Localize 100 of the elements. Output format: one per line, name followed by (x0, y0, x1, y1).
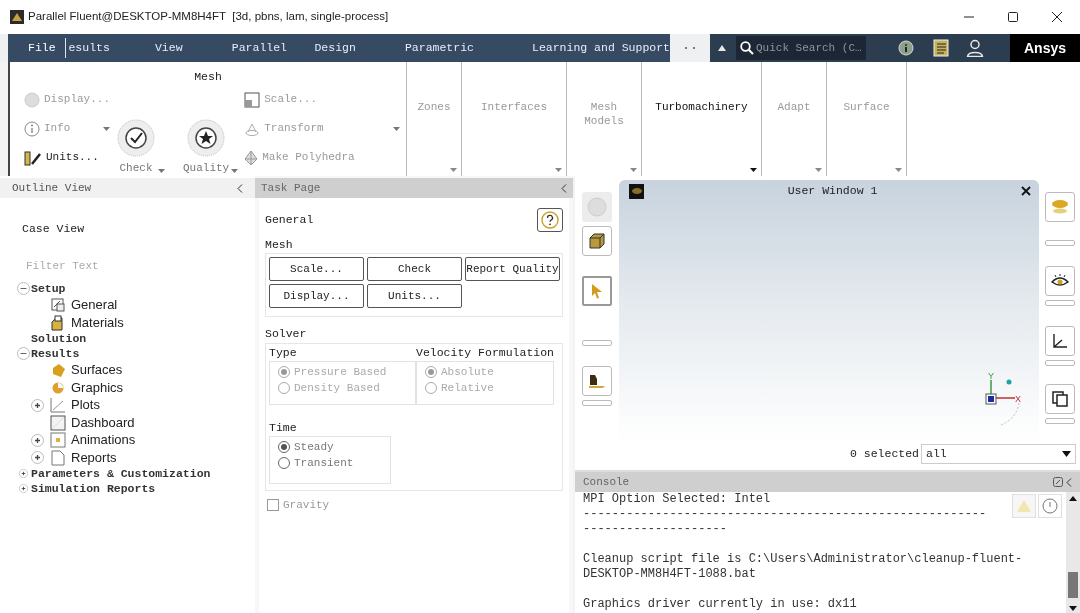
tree-item[interactable]: Surfaces (71, 360, 123, 380)
mesh-button[interactable]: Scale... (269, 257, 364, 282)
dashboard-icon (50, 414, 66, 431)
scrollbar[interactable] (1066, 492, 1080, 613)
layers-button[interactable] (1045, 192, 1075, 222)
expand-toggle-icon[interactable] (31, 398, 44, 412)
checkmark-badge-icon (116, 117, 156, 158)
menu-item[interactable]: Learning and Support (526, 39, 671, 57)
caret-icon (103, 126, 110, 131)
menu-item[interactable]: esults (68, 39, 155, 57)
info-icon[interactable] (898, 40, 914, 56)
panel-title: Task Page (261, 180, 321, 196)
scroll-up-icon[interactable] (1069, 496, 1077, 501)
view-cube-button[interactable] (582, 226, 612, 256)
mesh-button[interactable]: Report Quality (465, 257, 560, 282)
surface-icon (50, 362, 66, 378)
radio-label: Pressure Based (294, 364, 387, 380)
group-title: Velocity Formulation (416, 344, 555, 361)
axes-icon (1052, 333, 1068, 349)
text-cursor (64, 38, 67, 58)
brand-logo: Ansys (1024, 38, 1066, 58)
collapsed-toolbar-button[interactable] (1045, 240, 1075, 246)
caret-icon (393, 126, 400, 131)
page-heading: General (265, 212, 314, 229)
window-title: Parallel Fluent@DESKTOP-MM8H4FT [3d, pbns, lam, single-process] (28, 9, 389, 25)
menu-item[interactable]: View (154, 39, 232, 57)
close-icon[interactable] (1021, 186, 1031, 196)
tree-item[interactable]: Simulation Reports (31, 480, 156, 498)
help-button[interactable] (537, 208, 563, 232)
scroll-down-icon[interactable] (1069, 606, 1077, 611)
film-frame-icon (50, 432, 66, 448)
expand-toggle-icon[interactable] (31, 451, 44, 464)
expand-toggle-icon[interactable] (19, 469, 28, 479)
ribbon-large-button[interactable]: Quality (183, 117, 230, 176)
line-chart-icon (50, 397, 66, 413)
radio-label: Absolute (441, 364, 494, 380)
expand-toggle-icon[interactable] (19, 484, 28, 494)
close-icon[interactable] (1052, 12, 1062, 22)
detach-icon[interactable] (1053, 477, 1063, 487)
collapse-icon[interactable] (237, 183, 243, 193)
console-line: Graphics driver currently in use: dx11 (583, 597, 857, 612)
menu-item[interactable]: File (8, 39, 65, 57)
maximize-icon[interactable] (1008, 12, 1018, 22)
mesh-button[interactable]: Check (367, 257, 462, 282)
app-icon (10, 10, 24, 24)
menu-item[interactable]: Parametric (400, 39, 526, 57)
collapse-ribbon-icon[interactable] (718, 45, 726, 51)
info-filter-button[interactable] (1038, 494, 1062, 518)
radio-button[interactable] (278, 457, 290, 469)
collapse-toggle-icon[interactable] (17, 347, 30, 361)
select-pointer-button[interactable] (582, 276, 612, 306)
tree-item[interactable]: Dashboard (71, 412, 135, 433)
menu-item[interactable]: Parallel (231, 39, 315, 57)
panel-title: Outline View (12, 180, 92, 196)
mesh-button[interactable]: Display... (269, 284, 364, 309)
tree-item[interactable]: Graphics (71, 377, 124, 398)
caret-icon[interactable] (750, 168, 757, 172)
collapse-icon[interactable] (561, 183, 567, 193)
cube-icon (588, 232, 606, 250)
axes-button[interactable] (1045, 326, 1075, 356)
expand-toggle-icon[interactable] (31, 433, 44, 447)
copy-button[interactable] (1045, 384, 1075, 414)
radio-button[interactable] (278, 441, 290, 453)
collapsed-toolbar-button[interactable] (582, 340, 612, 346)
ribbon-large-button[interactable]: Check (116, 117, 156, 176)
notebook-icon[interactable] (932, 39, 950, 57)
collapse-icon[interactable] (1066, 477, 1072, 487)
scrollbar-thumb[interactable] (1068, 572, 1078, 598)
layers-icon (1050, 198, 1070, 216)
tree-item[interactable]: Materials (71, 312, 124, 333)
gravity-checkbox[interactable] (267, 498, 279, 511)
warning-icon (1017, 500, 1031, 512)
copy-icon (1052, 391, 1068, 407)
info-icon (24, 120, 40, 137)
group-title: Type (269, 344, 298, 361)
user-icon[interactable] (966, 39, 984, 57)
scene-button[interactable] (582, 366, 612, 396)
ribbon-button[interactable]: Units... (24, 149, 99, 166)
tree-item[interactable]: Animations (71, 430, 136, 450)
tree-item[interactable]: Results (31, 345, 80, 363)
quick-search-field[interactable]: Quick Search (C… (736, 36, 866, 60)
viewport-title: User Window 1 (787, 183, 878, 200)
tree-item[interactable]: Solution (31, 330, 87, 348)
view-button[interactable] (1045, 266, 1075, 296)
mesh-button[interactable]: Units... (367, 284, 462, 309)
collapse-toggle-icon[interactable] (17, 282, 30, 296)
ribbon-group-button[interactable]: Turbomachinery (655, 100, 748, 114)
tree-item[interactable]: Parameters & Customization (31, 465, 211, 483)
tree-item[interactable]: General (71, 295, 118, 315)
polyhedron-icon (244, 149, 259, 166)
tree-item[interactable]: Reports (71, 447, 117, 468)
console-line: -------------------------------------------------------- (583, 507, 987, 522)
section-title: Mesh (265, 237, 294, 253)
tree-item[interactable]: Plots (71, 395, 100, 415)
caret-icon (231, 169, 239, 173)
menu-item[interactable]: Design (314, 39, 401, 57)
selection-filter-dropdown[interactable]: all (921, 444, 1076, 464)
tree-item[interactable]: Setup (31, 280, 66, 298)
x-axis-label: X (1015, 394, 1021, 404)
document-icon (51, 449, 65, 466)
